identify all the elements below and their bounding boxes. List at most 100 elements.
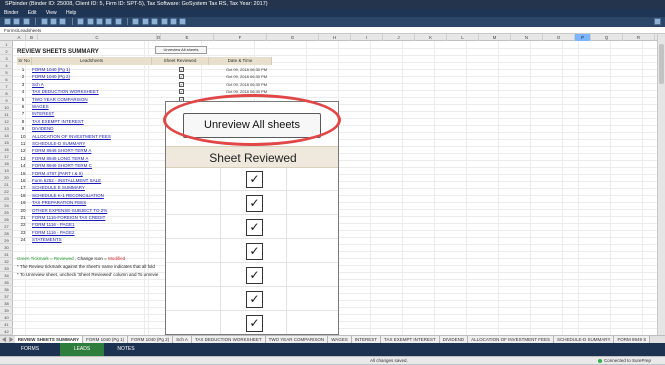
row-header[interactable]: 31 — [0, 251, 13, 258]
row-header[interactable]: 14 — [0, 132, 13, 139]
column-header-j[interactable]: J — [383, 34, 415, 41]
menu-edit[interactable]: Edit — [28, 10, 37, 16]
row-header[interactable]: 23 — [0, 195, 13, 202]
leadsheet-link[interactable]: FORM 1040 (Pg 2) — [32, 73, 70, 80]
reviewed-checkbox[interactable]: ✓ — [179, 74, 184, 80]
sheet-tab[interactable]: DIVIDEND — [439, 336, 469, 343]
leadsheet-link[interactable]: FORM 4797 (PART I & II) — [32, 170, 83, 177]
sheet-tab[interactable]: FORM 1040 (Pg 1) — [83, 336, 129, 343]
leadsheet-link[interactable]: FORM 1116-FOREIGN TAX CREDIT — [32, 214, 105, 221]
row-header[interactable]: 35 — [0, 279, 13, 286]
tickmark-icon[interactable] — [105, 18, 113, 25]
row-header[interactable]: 42 — [0, 328, 13, 335]
print-icon[interactable] — [13, 18, 21, 25]
refresh-icon[interactable] — [22, 18, 30, 25]
row-header[interactable]: 26 — [0, 216, 13, 223]
row-header[interactable]: 33 — [0, 265, 13, 272]
row-header[interactable]: 17 — [0, 153, 13, 160]
row-header[interactable]: 34 — [0, 272, 13, 279]
leadsheet-link[interactable]: Form 6252 - INSTALLMENT SALE — [32, 177, 101, 184]
find-icon[interactable] — [95, 18, 103, 25]
redo-icon[interactable] — [86, 18, 94, 25]
menu-view[interactable]: View — [46, 10, 57, 16]
column-header-g[interactable]: G — [267, 34, 319, 41]
sheet-tab[interactable]: Sch A — [173, 336, 192, 343]
reviewed-checkbox-large[interactable]: ✓ — [246, 219, 263, 236]
row-header[interactable]: 38 — [0, 300, 13, 307]
row-header[interactable]: 32 — [0, 258, 13, 265]
row-header[interactable]: 15 — [0, 139, 13, 146]
column-header-h[interactable]: H — [319, 34, 351, 41]
row-header[interactable]: 5 — [0, 69, 13, 76]
sheet-tab[interactable]: TAX EXEMPT INTEREST — [381, 336, 440, 343]
leadsheet-link[interactable]: INTEREST — [32, 110, 54, 117]
reviewed-checkbox-large[interactable]: ✓ — [246, 291, 263, 308]
tab-notes[interactable]: NOTES — [104, 343, 148, 356]
leadsheet-link[interactable]: SCHEDULE-D SUMMARY — [32, 140, 85, 147]
column-header-f[interactable]: F — [214, 34, 267, 41]
sheet-tab[interactable]: ALLOCATION OF INVESTMENT FEES — [468, 336, 555, 343]
row-header[interactable]: 3 — [0, 55, 13, 62]
sheet-tab[interactable]: WAGES — [328, 336, 352, 343]
row-header[interactable]: 20 — [0, 174, 13, 181]
column-header-e[interactable]: E — [161, 34, 214, 41]
leadsheet-link[interactable]: TAX EXEMPT INTEREST — [32, 118, 84, 125]
row-header[interactable]: 11 — [0, 111, 13, 118]
column-header-a[interactable]: A — [13, 34, 26, 41]
italic-icon[interactable] — [141, 18, 149, 25]
row-header[interactable]: 1 — [0, 41, 13, 48]
leadsheet-link[interactable]: STATEMENTS — [32, 236, 62, 243]
leadsheet-link[interactable]: TWO YEAR COMPARISON — [32, 96, 88, 103]
reviewed-checkbox-large[interactable]: ✓ — [246, 243, 263, 260]
sheet-tab[interactable]: SCHEDULE-D SUMMARY — [554, 336, 615, 343]
bold-icon[interactable] — [132, 18, 140, 25]
tab-scroll-right-icon[interactable] — [9, 337, 14, 342]
row-header[interactable]: 12 — [0, 118, 13, 125]
menu-help[interactable]: Help — [66, 10, 76, 16]
leadsheet-link[interactable]: FORM 1116 - PAGE2 — [32, 229, 75, 236]
leadsheet-link[interactable]: SCHEDULE E SUMMARY — [32, 184, 85, 191]
row-header[interactable]: 37 — [0, 293, 13, 300]
zoom-icon[interactable] — [170, 18, 178, 25]
row-header[interactable]: 27 — [0, 223, 13, 230]
row-header[interactable]: 6 — [0, 76, 13, 83]
reviewed-checkbox-large[interactable]: ✓ — [246, 315, 263, 332]
row-header[interactable]: 39 — [0, 307, 13, 314]
column-header-m[interactable]: M — [479, 34, 511, 41]
leadsheet-link[interactable]: SCHEDULE K-1 RECONCILIATION — [32, 192, 104, 199]
row-header[interactable]: 8 — [0, 90, 13, 97]
column-header-l[interactable]: L — [447, 34, 479, 41]
row-header[interactable]: 19 — [0, 167, 13, 174]
color-icon[interactable] — [160, 18, 168, 25]
leadsheet-link[interactable]: Sch A — [32, 81, 44, 88]
reviewed-checkbox[interactable]: ✓ — [179, 89, 184, 95]
row-header[interactable]: 36 — [0, 286, 13, 293]
leadsheet-link[interactable]: FORM 8949 SHORT-TERM A — [32, 147, 91, 154]
sheet-tab[interactable]: REVIEW SHEETS SUMMARY — [14, 336, 84, 343]
paste-icon[interactable] — [59, 18, 67, 25]
column-header-k[interactable]: K — [415, 34, 447, 41]
column-header-c[interactable]: C — [38, 34, 157, 41]
row-header[interactable]: 10 — [0, 104, 13, 111]
column-header-r[interactable]: R — [623, 34, 655, 41]
leadsheet-link[interactable]: ALLOCATION OF INVESTMENT FEES — [32, 133, 111, 140]
sheet-tab[interactable]: TWO YEAR COMPARISON — [265, 336, 329, 343]
row-header[interactable]: 29 — [0, 237, 13, 244]
row-header[interactable]: 21 — [0, 181, 13, 188]
row-header[interactable]: 16 — [0, 146, 13, 153]
undo-icon[interactable] — [77, 18, 85, 25]
underline-icon[interactable] — [151, 18, 159, 25]
cut-icon[interactable] — [40, 18, 48, 25]
row-header[interactable]: 22 — [0, 188, 13, 195]
column-header-p[interactable]: P — [575, 34, 591, 41]
reviewed-checkbox[interactable]: ✓ — [179, 67, 184, 72]
unreview-all-button-small[interactable]: Unreview All sheets — [155, 46, 207, 54]
column-header-i[interactable]: I — [351, 34, 383, 41]
row-header[interactable]: 2 — [0, 48, 13, 55]
reviewed-checkbox-large[interactable]: ✓ — [246, 171, 263, 188]
menu-binder[interactable]: Binder — [4, 10, 18, 16]
reviewed-checkbox[interactable]: ✓ — [179, 81, 184, 87]
column-header-b[interactable]: B — [26, 34, 38, 41]
sheet-tab[interactable]: FORM 8949 S — [614, 336, 651, 343]
save-icon[interactable] — [4, 18, 11, 25]
